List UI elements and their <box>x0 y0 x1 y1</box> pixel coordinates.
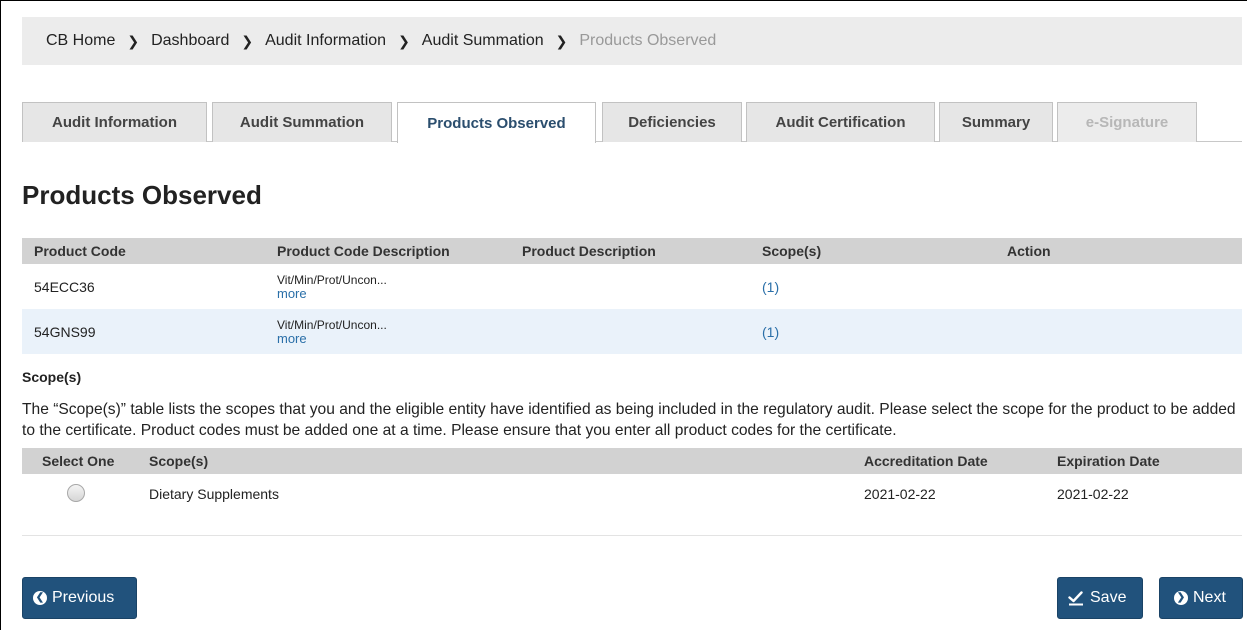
chevron-right-icon: ❯ <box>127 32 140 49</box>
chevron-right-circle-icon: ❯ <box>1174 591 1188 605</box>
scopes-section-heading: Scope(s) <box>22 369 82 385</box>
column-header-accreditation-date: Accreditation Date <box>852 448 1045 474</box>
column-header-scopes: Scope(s) <box>137 448 852 474</box>
product-code-description-text: Vit/Min/Prot/Uncon... <box>277 317 387 332</box>
next-button-label: Next <box>1193 589 1226 606</box>
action-cell <box>995 264 1242 309</box>
previous-button[interactable]: ❮ Previous <box>22 577 137 619</box>
chevron-right-icon: ❯ <box>398 32 410 49</box>
scopes-table-header: Select One Scope(s) Accreditation Date E… <box>22 448 1242 474</box>
window-frame-left <box>0 0 1 630</box>
chevron-left-circle-icon: ❮ <box>33 591 47 605</box>
tab-audit-certification[interactable]: Audit Certification <box>746 102 935 142</box>
product-description-cell <box>510 309 750 354</box>
table-row: 54ECC36 Vit/Min/Prot/Uncon... more (1) <box>22 264 1242 309</box>
chevron-right-icon: ❯ <box>241 32 254 49</box>
column-header-product-description: Product Description <box>510 238 750 264</box>
table-row: Dietary Supplements 2021-02-22 2021-02-2… <box>22 474 1242 514</box>
save-button[interactable]: Save <box>1057 577 1143 619</box>
tab-summary[interactable]: Summary <box>939 102 1053 142</box>
column-header-product-code-description: Product Code Description <box>265 238 510 264</box>
accreditation-date-cell: 2021-02-22 <box>864 486 936 502</box>
product-code-description-cell: Vit/Min/Prot/Uncon... more <box>265 264 510 309</box>
save-button-label: Save <box>1090 589 1127 606</box>
chevron-right-icon: ❯ <box>555 32 568 49</box>
column-header-product-code: Product Code <box>22 238 265 264</box>
table-row: 54GNS99 Vit/Min/Prot/Uncon... more (1) <box>22 309 1242 354</box>
scopes-count-link[interactable]: (1) <box>762 324 779 340</box>
page-title: Products Observed <box>22 180 262 210</box>
select-cell <box>22 474 137 514</box>
breadcrumb-current-page: Products Observed <box>579 32 717 49</box>
product-code-description-cell: Vit/Min/Prot/Uncon... more <box>265 309 510 354</box>
window-frame-top <box>0 0 1247 1</box>
previous-button-label: Previous <box>52 589 115 606</box>
breadcrumb-cb-home[interactable]: CB Home <box>46 32 115 50</box>
breadcrumb-audit-information[interactable]: Audit Information <box>265 32 386 50</box>
more-link[interactable]: more <box>277 286 510 301</box>
scopes-table: Select One Scope(s) Accreditation Date E… <box>22 448 1242 514</box>
more-link[interactable]: more <box>277 331 510 346</box>
product-description-cell <box>510 264 750 309</box>
tab-audit-summation[interactable]: Audit Summation <box>212 102 392 142</box>
product-code-description-text: Vit/Min/Prot/Uncon... <box>277 272 387 287</box>
scopes-cell: (1) <box>750 309 995 354</box>
tab-e-signature: e-Signature <box>1057 102 1197 142</box>
products-table: Product Code Product Code Description Pr… <box>22 238 1242 354</box>
audit-tabs: Audit Information Audit Summation Produc… <box>22 102 1242 143</box>
scopes-cell: (1) <box>750 264 995 309</box>
scope-name-cell: Dietary Supplements <box>149 486 279 502</box>
products-table-header: Product Code Product Code Description Pr… <box>22 238 1242 264</box>
product-code-cell: 54ECC36 <box>34 278 95 295</box>
breadcrumb-audit-summation[interactable]: Audit Summation <box>422 32 544 50</box>
check-underline-icon <box>1068 590 1084 606</box>
column-header-expiration-date: Expiration Date <box>1045 448 1242 474</box>
column-header-action: Action <box>995 238 1242 264</box>
breadcrumb: CB Home ❯ Dashboard ❯ Audit Information … <box>22 17 1242 65</box>
scopes-count-link[interactable]: (1) <box>762 279 779 295</box>
tab-products-observed[interactable]: Products Observed <box>397 102 596 143</box>
scope-radio-button[interactable] <box>67 483 85 502</box>
tab-audit-information[interactable]: Audit Information <box>22 102 207 142</box>
column-header-select-one: Select One <box>22 448 137 474</box>
breadcrumb-dashboard[interactable]: Dashboard <box>151 32 229 50</box>
divider <box>22 535 1242 536</box>
scopes-description: The “Scope(s)” table lists the scopes th… <box>22 401 1236 439</box>
column-header-scopes: Scope(s) <box>750 238 995 264</box>
action-cell <box>995 309 1242 354</box>
next-button[interactable]: ❯ Next <box>1159 577 1243 619</box>
tab-deficiencies[interactable]: Deficiencies <box>602 102 742 142</box>
product-code-cell: 54GNS99 <box>22 309 265 354</box>
expiration-date-cell: 2021-02-22 <box>1057 486 1129 502</box>
